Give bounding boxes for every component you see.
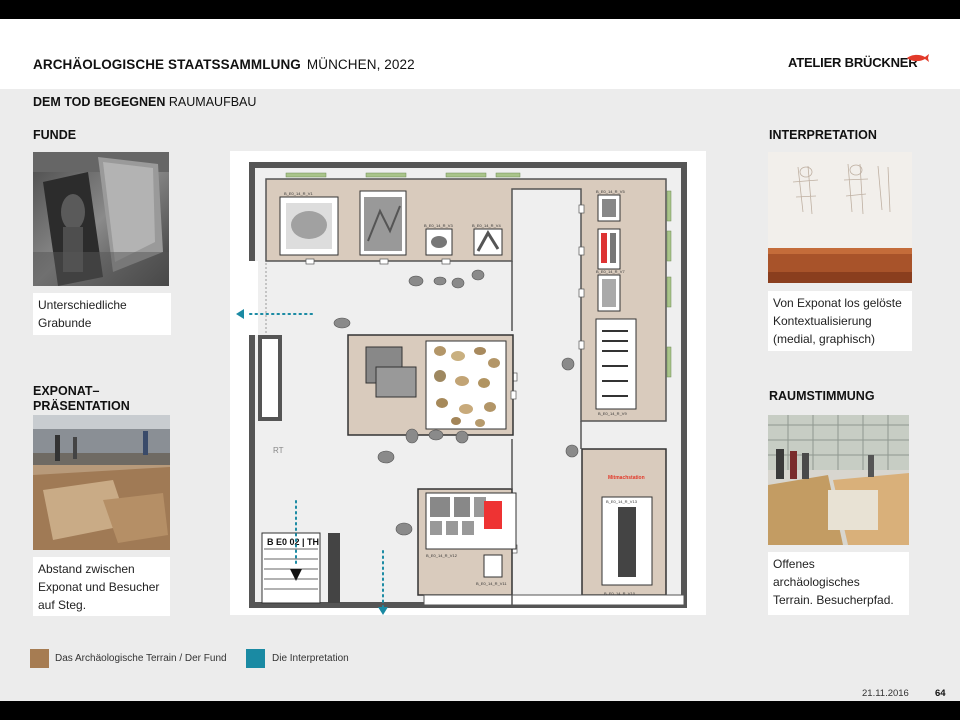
funde-photo: [33, 152, 169, 286]
exponat-heading-line1: EXPONAT–: [33, 384, 100, 398]
exponat-heading-line2: PRÄSENTATION: [33, 399, 130, 413]
red-panel: [484, 501, 502, 529]
exit-arrow-icon: [236, 309, 244, 319]
raumstimmung-caption-line2: archäologisches: [773, 575, 860, 589]
interpretation-photo: [768, 152, 912, 283]
funde-caption: Unterschiedliche Grabunde: [33, 293, 171, 335]
left-opening: [248, 261, 258, 335]
exponat-heading: EXPONAT– PRÄSENTATION: [33, 384, 130, 414]
subtitle-light: RAUMAUFBAU: [168, 95, 257, 109]
exponat-caption-line2: Exponat und Besucher: [38, 580, 160, 594]
bottom-wall-strip: [423, 594, 685, 606]
legend-swatch-interpretation: [246, 649, 265, 668]
exponat-caption-line1: Abstand zwischen: [38, 562, 135, 576]
header-title: ARCHÄOLOGISCHE STAATSSAMMLUNG MÜNCHEN, 20…: [33, 57, 415, 72]
header-title-bold: ARCHÄOLOGISCHE STAATSSAMMLUNG: [33, 57, 301, 72]
pillar-wall: [258, 335, 282, 421]
raumstimmung-photo: [768, 415, 909, 545]
label-v13: B_E0_14_R_V13: [606, 499, 638, 504]
subtitle: DEM TOD BEGEGNEN RAUMAUFBAU: [33, 95, 256, 109]
label-v9: B_E0_14_R_V9: [598, 411, 627, 416]
interpretation-caption: Von Exponat los gelöste Kontextualisieru…: [768, 291, 912, 351]
interpretation-heading: INTERPRETATION: [769, 128, 877, 142]
exponat-caption: Abstand zwischen Exponat und Besucher au…: [33, 557, 170, 616]
label-v1: B_E0_14_R_V1: [284, 191, 313, 196]
subtitle-bold: DEM TOD BEGEGNEN: [33, 95, 166, 109]
exponat-photo: [33, 415, 170, 550]
label-v5: B_E0_14_R_V5: [596, 189, 625, 194]
raumstimmung-caption-line1: Offenes: [773, 557, 815, 571]
rt-label: RT: [273, 446, 284, 455]
raumstimmung-caption-line3: Terrain. Besucherpfad.: [773, 593, 894, 607]
label-v11: B_E0_14_R_V11: [476, 581, 507, 586]
page-number: 64: [935, 688, 946, 699]
raumstimmung-heading: RAUMSTIMMUNG: [769, 389, 875, 403]
down-arrow-icon: [378, 607, 388, 615]
footer-date: 21.11.2016: [862, 688, 909, 699]
funde-caption-line1: Unterschiedliche: [38, 298, 127, 312]
center-block-2: [375, 366, 417, 398]
label-v12: B_E0_14_R_V12: [426, 553, 458, 558]
legend-label-terrain: Das Archäologische Terrain / Der Fund: [55, 653, 227, 664]
funde-caption-line2: Grabunde: [38, 316, 92, 330]
atelier-brueckner-logo: ATELIER BRÜCKNER: [788, 55, 918, 70]
stair-wall: [328, 533, 340, 603]
header-title-light: MÜNCHEN, 2022: [306, 57, 415, 72]
floor-plan: B_E0_14_R_V1 B_E0_14_R_V3 B_E0_14_R_V4 B…: [230, 151, 706, 615]
slide: ARCHÄOLOGISCHE STAATSSAMMLUNG MÜNCHEN, 20…: [0, 19, 960, 701]
mitmachstation-label: Mitmachstation: [608, 475, 645, 481]
legend-swatch-terrain: [30, 649, 49, 668]
exponat-caption-line3: auf Steg.: [38, 598, 87, 612]
fish-logo-icon: [907, 54, 929, 62]
label-v4: B_E0_14_R_V4: [472, 223, 501, 228]
interpretation-caption-line3: (medial, graphisch): [773, 332, 876, 346]
funde-heading: FUNDE: [33, 128, 77, 142]
legend-label-interpretation: Die Interpretation: [272, 653, 349, 664]
interpretation-caption-line2: Kontextualisierung: [773, 314, 872, 328]
header: ARCHÄOLOGISCHE STAATSSAMMLUNG MÜNCHEN, 20…: [0, 19, 960, 89]
room-code-label: B E0 02 | TH: [267, 537, 319, 547]
vitrine-v11: [483, 554, 503, 578]
interpretation-caption-line1: Von Exponat los gelöste: [773, 296, 902, 310]
label-v3: B_E0_14_R_V3: [424, 223, 453, 228]
raumstimmung-caption: Offenes archäologisches Terrain. Besuche…: [768, 552, 909, 615]
label-v7: B_E0_14_R_V7: [596, 269, 625, 274]
